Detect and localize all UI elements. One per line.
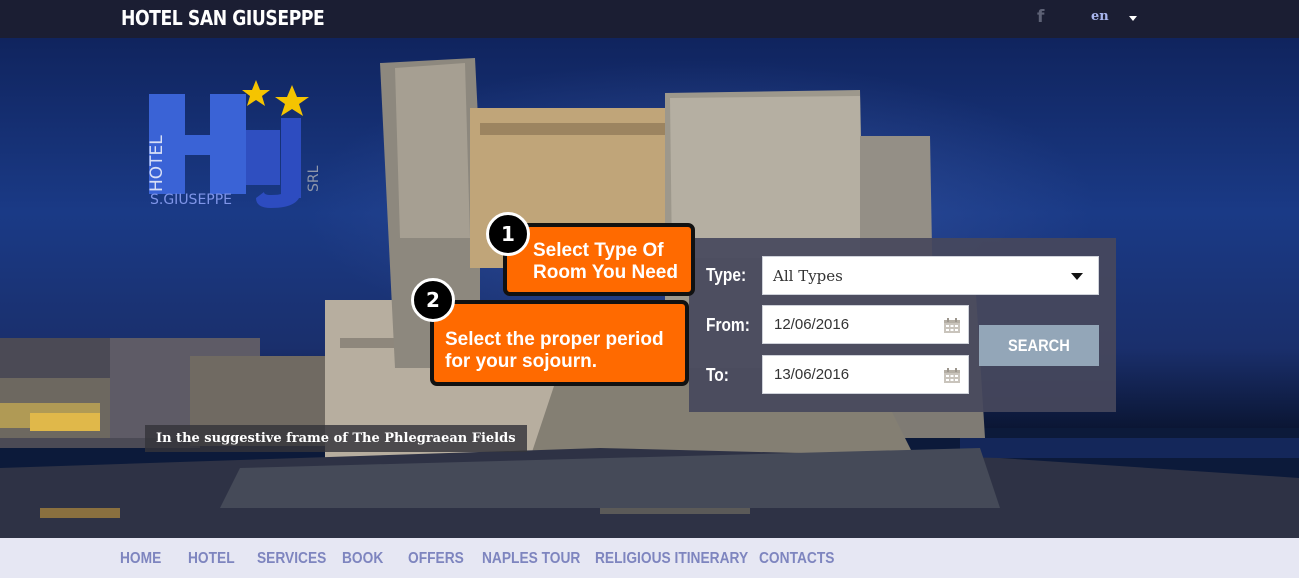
nav-book[interactable]: BOOK: [342, 550, 383, 568]
hero-banner: HOTEL S.GIUSEPPE SRL In the suggestive f…: [0, 38, 1299, 538]
nav-naples-tour[interactable]: NAPLES TOUR: [482, 550, 580, 568]
nav-hotel[interactable]: HOTEL: [188, 550, 235, 568]
callout-2-line2: for your sojourn.: [445, 351, 597, 372]
nav-offers[interactable]: OFFERS: [408, 550, 464, 568]
calendar-icon[interactable]: [944, 368, 960, 383]
main-navigation: HOME HOTEL SERVICES BOOK OFFERS NAPLES T…: [0, 538, 1299, 578]
language-selector[interactable]: en: [1091, 9, 1109, 24]
from-label: From:: [706, 315, 750, 335]
step-2-badge: 2: [411, 278, 455, 322]
chevron-down-icon: [1071, 273, 1083, 280]
hotel-logo[interactable]: HOTEL S.GIUSEPPE SRL: [146, 80, 326, 210]
top-bar: HOTEL SAN GIUSEPPE f en: [0, 0, 1299, 38]
search-button[interactable]: SEARCH: [979, 325, 1099, 366]
callout-1-line1: Select Type Of: [533, 240, 664, 261]
svg-text:HOTEL: HOTEL: [147, 135, 167, 192]
calendar-icon[interactable]: [944, 318, 960, 333]
room-type-value: All Types: [773, 267, 843, 285]
nav-religious-itinerary[interactable]: RELIGIOUS ITINERARY: [595, 550, 748, 568]
step-1-badge: 1: [486, 212, 530, 256]
to-date-value: 13/06/2016: [774, 366, 850, 383]
from-date-input[interactable]: 12/06/2016: [762, 305, 969, 344]
search-button-label: SEARCH: [1008, 336, 1070, 355]
room-type-select[interactable]: All Types: [762, 256, 1099, 295]
callout-period: Select the proper period for your sojour…: [430, 300, 689, 386]
type-label: Type:: [706, 265, 747, 285]
nav-contacts[interactable]: CONTACTS: [759, 550, 834, 568]
to-label: To:: [706, 365, 729, 385]
site-title[interactable]: HOTEL SAN GIUSEPPE: [121, 6, 325, 30]
to-date-input[interactable]: 13/06/2016: [762, 355, 969, 394]
svg-text:S.GIUSEPPE: S.GIUSEPPE: [150, 192, 232, 208]
svg-text:SRL: SRL: [306, 165, 322, 192]
hero-caption: In the suggestive frame of The Phlegraea…: [145, 425, 527, 452]
from-date-value: 12/06/2016: [774, 316, 850, 333]
callout-2-line1: Select the proper period: [445, 329, 664, 350]
nav-services[interactable]: SERVICES: [257, 550, 326, 568]
chevron-down-icon[interactable]: [1129, 16, 1137, 21]
facebook-icon[interactable]: f: [1037, 7, 1044, 27]
nav-home[interactable]: HOME: [120, 550, 161, 568]
booking-form: Type: All Types From: 12/06/2016 To: 13/…: [689, 238, 1116, 412]
callout-1-line2: Room You Need: [533, 262, 678, 283]
callout-room-type: Select Type Of Room You Need: [503, 223, 695, 296]
